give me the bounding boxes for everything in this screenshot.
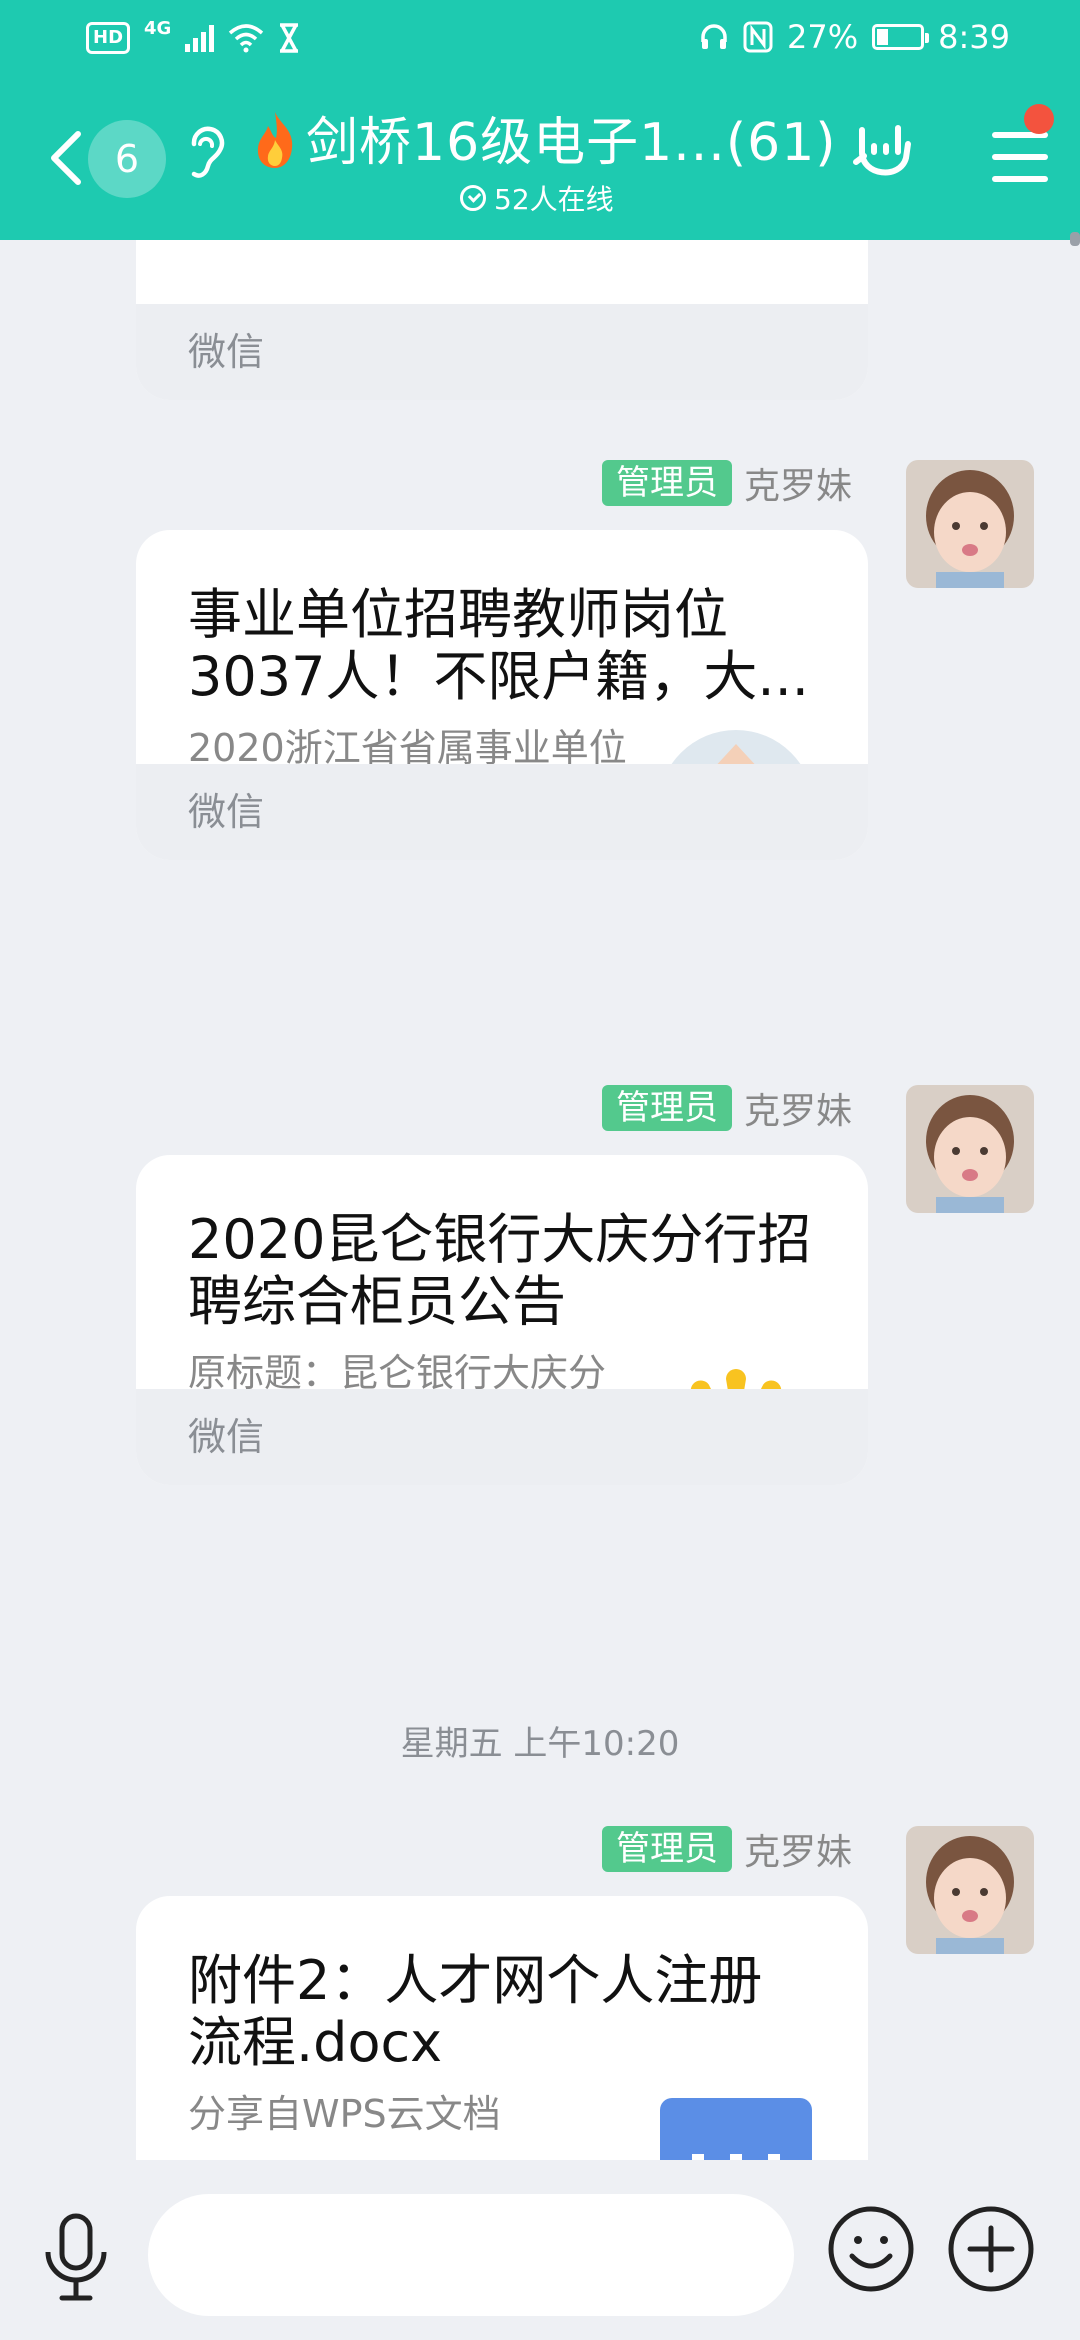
back-arrow-icon[interactable] — [46, 128, 86, 188]
sender-avatar[interactable] — [906, 1085, 1034, 1213]
sender-line: 管理员 克罗妹 — [601, 1082, 852, 1134]
admin-badge: 管理员 — [601, 1085, 732, 1131]
avatar-image — [906, 1826, 1034, 1954]
emoji-icon[interactable] — [826, 2204, 916, 2294]
network-type: 4G — [144, 17, 172, 39]
sender-name[interactable]: 克罗妹 — [744, 1823, 852, 1875]
rock-hand-icon[interactable] — [850, 122, 916, 188]
battery-icon — [872, 24, 930, 50]
card-source: 微信 — [136, 1389, 868, 1485]
group-title[interactable]: 剑桥16级电子1...(61) — [250, 100, 837, 175]
message-input[interactable] — [148, 2194, 794, 2316]
message-card-previous[interactable]: 微信 — [136, 240, 868, 400]
timestamp: 星期五 上午10:20 — [400, 1724, 680, 1764]
card-source: 微信 — [136, 764, 868, 860]
file-card[interactable]: 附件2：人才网个人注册流程.docx 分享自WPS云文档 — [136, 1896, 868, 2160]
sender-avatar[interactable] — [906, 1826, 1034, 1954]
input-bar — [0, 2160, 1080, 2340]
sender-name[interactable]: 克罗妹 — [744, 1082, 852, 1134]
headphone-icon — [701, 24, 727, 49]
battery-percent: 27% — [787, 18, 859, 56]
wifi-icon — [229, 24, 264, 53]
microphone-icon[interactable] — [36, 2212, 116, 2302]
scrollbar[interactable] — [1070, 232, 1080, 246]
document-icon — [660, 2098, 812, 2160]
avatar-image — [906, 1085, 1034, 1213]
card-title: 附件2：人才网个人注册流程.docx — [188, 1949, 763, 2074]
admin-badge: 管理员 — [601, 1826, 732, 1872]
check-circle-icon — [460, 185, 486, 211]
sender-line: 管理员 克罗妹 — [601, 457, 852, 509]
sender-avatar[interactable] — [906, 460, 1034, 588]
status-bar: HD 4G 27% 8:39 — [0, 0, 1080, 80]
avatar-image — [906, 460, 1034, 588]
card-title: 2020昆仑银行大庆分行招聘综合柜员公告 — [188, 1208, 812, 1333]
chat-area[interactable]: 微信 管理员 克罗妹 事业单位招聘教师岗位3037人！不限户籍，大... 202… — [0, 240, 1080, 2160]
hd-badge: HD — [86, 22, 131, 54]
sender-name[interactable]: 克罗妹 — [744, 457, 852, 509]
signal-icon — [185, 24, 215, 52]
earpiece-mode-icon[interactable] — [180, 116, 230, 186]
battery-fill — [877, 29, 889, 45]
card-source: 微信 — [136, 304, 868, 400]
online-status: 52人在线 — [460, 178, 614, 218]
unread-count-badge[interactable]: 6 — [88, 120, 166, 198]
link-card[interactable]: 2020昆仑银行大庆分行招聘综合柜员公告 原标题：昆仑银行大庆分行2020年招聘… — [136, 1155, 868, 1485]
menu-icon[interactable] — [992, 132, 1048, 184]
chat-navbar: 6 剑桥16级电子1...(61) 52人在线 — [0, 80, 1080, 240]
nfc-icon — [743, 21, 773, 53]
fire-icon — [257, 112, 293, 168]
clock: 8:39 — [938, 18, 1010, 56]
card-title: 事业单位招聘教师岗位3037人！不限户籍，大... — [188, 583, 809, 708]
group-title-text: 剑桥16级电子1...(61) — [306, 113, 837, 173]
add-icon[interactable] — [946, 2204, 1036, 2294]
online-count: 52人在线 — [494, 183, 614, 216]
admin-badge: 管理员 — [601, 460, 732, 506]
link-card[interactable]: 事业单位招聘教师岗位3037人！不限户籍，大... 2020浙江省省属事业单位特… — [136, 530, 868, 860]
top-bar: HD 4G 27% 8:39 6 剑桥16级电子1...(61) 52人在线 — [0, 0, 1080, 240]
card-description: 分享自WPS云文档 — [188, 2092, 501, 2136]
notification-dot — [1024, 104, 1054, 134]
sender-line: 管理员 克罗妹 — [601, 1823, 852, 1875]
hourglass-icon — [280, 23, 299, 53]
